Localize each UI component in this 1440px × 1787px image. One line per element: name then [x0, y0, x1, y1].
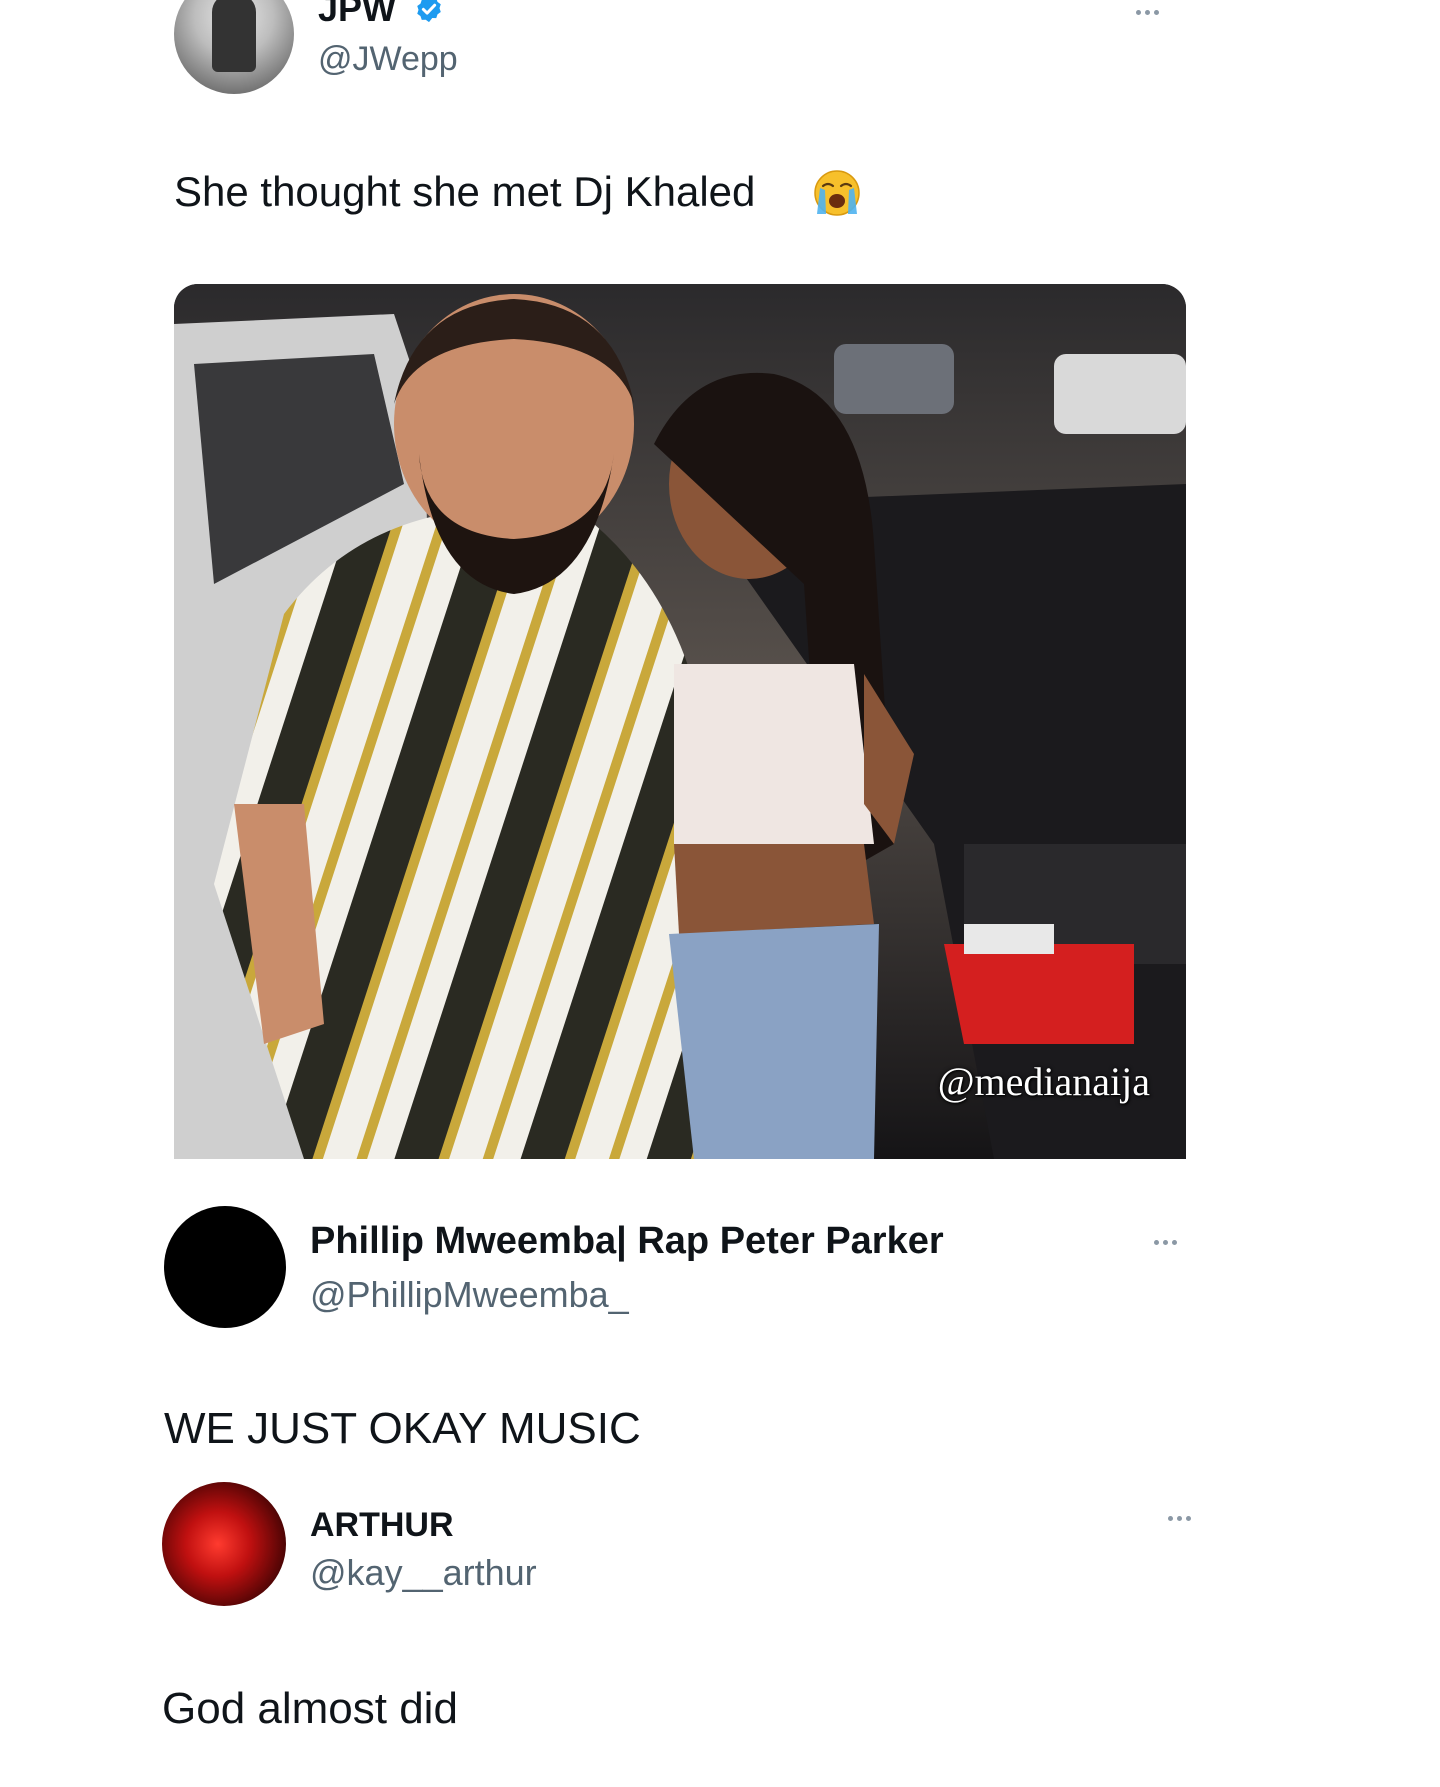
loudly-crying-face-icon	[814, 170, 860, 216]
verified-badge-icon	[417, 0, 441, 23]
post-text: She thought she met Dj Khaled	[174, 168, 756, 215]
display-name[interactable]: Phillip Mweemba| Rap Peter Parker	[310, 1220, 944, 1263]
display-name[interactable]: JPW	[318, 0, 396, 30]
more-options-icon[interactable]	[1154, 1240, 1177, 1245]
photo-image	[174, 284, 1186, 1159]
display-name[interactable]: ARTHUR	[310, 1506, 454, 1545]
more-options-icon[interactable]	[1136, 10, 1159, 15]
watermark-text: @medianaija	[937, 1059, 1150, 1104]
avatar[interactable]	[174, 0, 294, 94]
post-media[interactable]: @medianaija	[174, 284, 1186, 1159]
avatar-figure	[212, 0, 256, 72]
handle[interactable]: @PhillipMweemba_	[310, 1274, 629, 1316]
more-options-icon[interactable]	[1168, 1516, 1191, 1521]
handle[interactable]: @JWepp	[318, 40, 458, 79]
avatar[interactable]	[162, 1482, 286, 1606]
handle[interactable]: @kay__arthur	[310, 1552, 537, 1594]
post-text: God almost did	[162, 1684, 458, 1733]
avatar[interactable]	[164, 1206, 286, 1328]
post-text: WE JUST OKAY MUSIC	[164, 1404, 641, 1453]
